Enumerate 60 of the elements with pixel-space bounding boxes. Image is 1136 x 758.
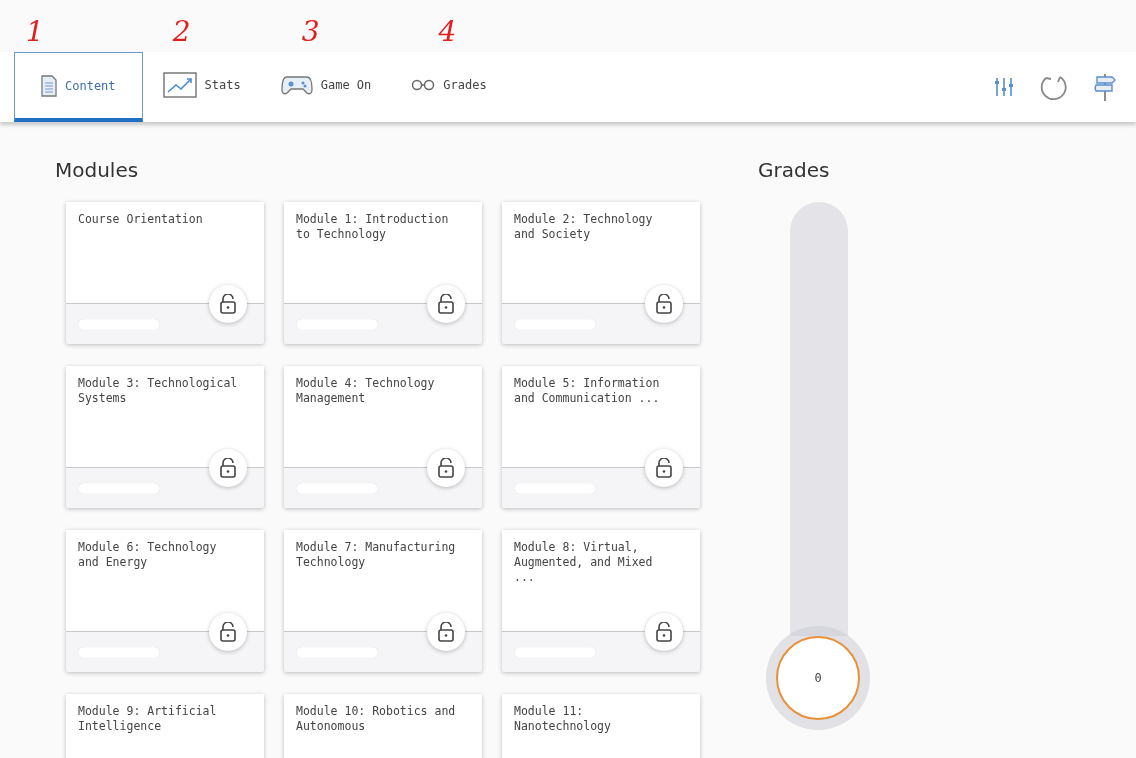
module-card[interactable]: Module 10: Robotics and Autonomous	[284, 694, 482, 758]
section-heading: Grades	[758, 158, 831, 182]
module-title: Module 7: Manufacturing Technology	[296, 540, 457, 570]
glasses-icon	[411, 79, 436, 91]
annotation-number: 3	[301, 18, 320, 50]
signpost-icon[interactable]	[1094, 72, 1116, 102]
module-title: Module 6: Technology and Energy	[78, 540, 218, 570]
annotation-number: 2	[172, 18, 191, 50]
unlocked-padlock-icon	[437, 458, 455, 478]
unlocked-padlock-icon	[219, 294, 237, 314]
module-card[interactable]: Module 3: Technological Systems	[66, 366, 264, 508]
annotation-number: 4	[438, 18, 457, 50]
lock-badge[interactable]	[427, 613, 465, 651]
lock-badge[interactable]	[645, 613, 683, 651]
document-icon	[41, 74, 57, 97]
module-title: Module 11: Nanotechnology	[514, 704, 612, 734]
module-title: Module 8: Virtual, Augmented, and Mixed ...	[514, 540, 654, 585]
lock-badge[interactable]	[209, 285, 247, 323]
lock-badge[interactable]	[427, 449, 465, 487]
gamepad-icon	[280, 74, 313, 96]
module-title: Module 10: Robotics and Autonomous	[296, 704, 457, 734]
module-title: Course Orientation	[78, 212, 204, 227]
module-card[interactable]: Module 9: Artificial Intelligence	[66, 694, 264, 758]
module-card[interactable]: Module 6: Technology and Energy	[66, 530, 264, 672]
module-card[interactable]: Module 7: Manufacturing Technology	[284, 530, 482, 672]
section-heading: Modules	[55, 158, 140, 182]
lock-badge[interactable]	[645, 449, 683, 487]
unlocked-padlock-icon	[219, 622, 237, 642]
module-title: Module 1: Introduction to Technology	[296, 212, 450, 242]
module-title: Module 3: Technological Systems	[78, 376, 239, 406]
tab[interactable]: Content	[14, 52, 143, 122]
unlocked-padlock-icon	[655, 294, 673, 314]
lock-badge[interactable]	[209, 613, 247, 651]
unlocked-padlock-icon	[437, 622, 455, 642]
module-card[interactable]: Module 11: Nanotechnology	[502, 694, 700, 758]
unlocked-padlock-icon	[437, 294, 455, 314]
tab[interactable]: Grades	[391, 52, 507, 122]
grade-value[interactable]: 0	[776, 636, 860, 720]
module-title: Module 2: Technology and Society	[514, 212, 654, 242]
annotation-number: 1	[26, 18, 44, 50]
tab[interactable]: Game On	[260, 52, 392, 122]
lock-badge[interactable]	[645, 285, 683, 323]
unlocked-padlock-icon	[219, 458, 237, 478]
module-title: Module 9: Artificial Intelligence	[78, 704, 218, 734]
chart-icon	[162, 72, 197, 98]
tab[interactable]: Stats	[142, 52, 261, 122]
unlocked-padlock-icon	[655, 622, 673, 642]
lock-badge[interactable]	[427, 285, 465, 323]
module-card[interactable]: Module 5: Information and Communication ...	[502, 366, 700, 508]
module-card[interactable]: Module 1: Introduction to Technology	[284, 202, 482, 344]
unlocked-padlock-icon	[655, 458, 673, 478]
module-card[interactable]: Module 4: Technology Management	[284, 366, 482, 508]
module-title: Module 4: Technology Management	[296, 376, 436, 406]
module-card[interactable]: Course Orientation	[66, 202, 264, 344]
sliders-icon[interactable]	[994, 76, 1014, 98]
module-card[interactable]: Module 2: Technology and Society	[502, 202, 700, 344]
lock-badge[interactable]	[209, 449, 247, 487]
module-card[interactable]: Module 8: Virtual, Augmented, and Mixed ...	[502, 530, 700, 672]
module-title: Module 5: Information and Communication ...	[514, 376, 661, 406]
refresh-icon[interactable]	[1040, 73, 1068, 101]
